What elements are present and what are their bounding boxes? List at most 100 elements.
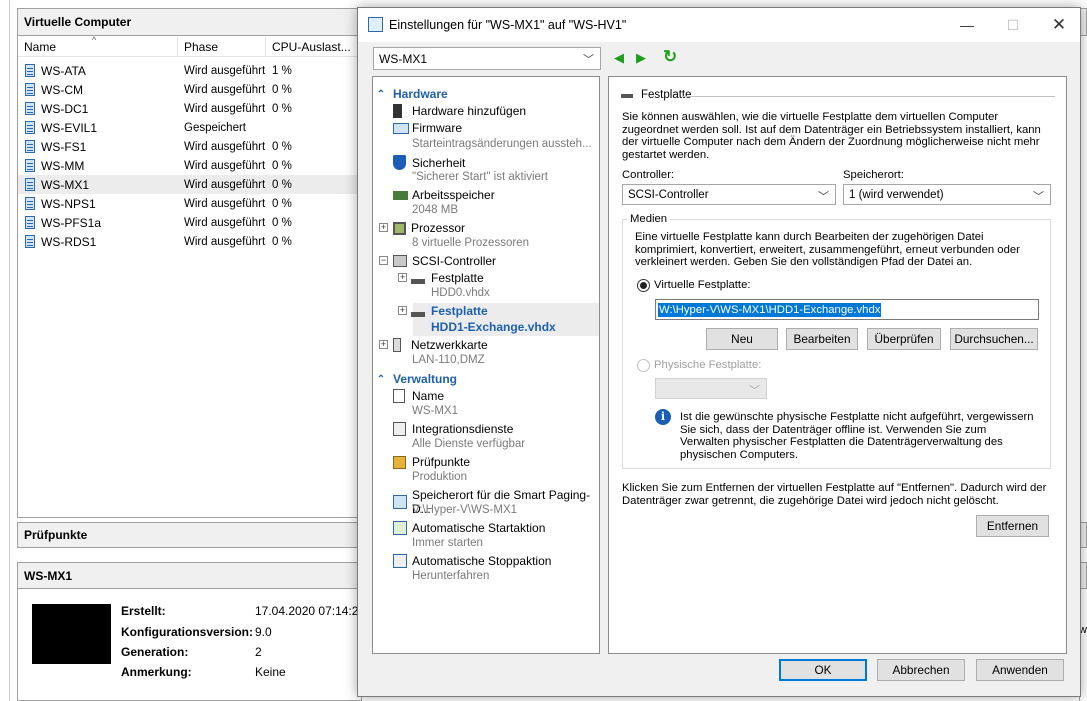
tree-item-sub: Alle Dienste verfügbar [412,438,526,450]
tree-item-label: Hardware hinzufügen [412,104,527,118]
column-name[interactable]: Name ^ [18,35,178,57]
tree-item-sub: Starteintragsänderungen aussteh... [412,138,592,150]
dialog-titlebar[interactable]: Einstellungen für "WS-MX1" auf "WS-HV1" … [358,8,1080,42]
tree-item-integration-services[interactable]: Integrationsdienste [393,422,513,436]
vm-row-selected[interactable]: WS-MX1 Wird ausgeführt 0 % [18,175,361,194]
next-arrow-icon[interactable]: ▶ [636,50,646,66]
controller-select[interactable]: SCSI-Controller ﹀ [622,184,836,205]
vm-name: WS-DC1 [41,101,89,116]
detail-value: 17.04.2020 07:14:29 [255,604,366,618]
tree-item-label: Automatische Startaktion [412,521,546,535]
vm-phase: Wird ausgeführt [184,178,266,191]
vm-row[interactable]: WS-EVIL1 Gespeichert [18,118,361,137]
hardware-section-label: Hardware [393,87,448,101]
info-text: Ist die gewünschte physische Festplatte … [680,411,1034,461]
tree-item-sub: "Sicherer Start" ist aktiviert [412,171,548,183]
tree-item-auto-start[interactable]: Automatische Startaktion [393,521,545,535]
vm-cpu: 0 % [272,102,292,115]
disk-path-value: W:\Hyper-V\WS-MX1\HDD1-Exchange.vhdx [658,302,882,317]
vm-thumbnail[interactable] [32,604,111,664]
previous-arrow-icon[interactable]: ◀ [614,50,624,66]
hardware-section-header[interactable]: ⌃ Hardware [373,86,599,102]
vm-row[interactable]: WS-ATA Wird ausgeführt 1 % [18,61,361,80]
vm-name: WS-MX1 [41,177,89,192]
vm-phase: Wird ausgeführt [184,83,266,96]
expand-icon[interactable]: + [398,273,407,282]
tree-item-auto-stop[interactable]: Automatische Stoppaktion [393,554,551,568]
expand-icon[interactable]: + [379,340,388,349]
vm-phase: Wird ausgeführt [184,102,266,115]
tree-item-scsi-controller[interactable]: SCSI-Controller [393,254,496,268]
column-phase[interactable]: Phase [178,37,266,57]
tree-item-sub: Herunterfahren [412,570,490,582]
processor-icon [393,221,406,235]
vm-phase: Wird ausgeführt [184,216,266,229]
cancel-button[interactable]: Abbrechen [877,659,965,681]
tree-item-disk-0[interactable]: Festplatte [411,271,484,285]
vm-cpu: 0 % [272,140,292,153]
virtual-disk-radio[interactable] [637,279,650,292]
vm-selector-value: WS-MX1 [379,51,427,66]
remove-button[interactable]: Entfernen [976,515,1049,537]
vm-icon [25,159,35,172]
browse-button[interactable]: Durchsuchen... [950,328,1038,350]
physical-disk-radio [637,359,650,372]
tree-item-security[interactable]: Sicherheit [393,155,465,170]
management-section-label: Verwaltung [393,372,458,386]
location-select[interactable]: 1 (wird verwendet) ﹀ [843,184,1051,205]
auto-stop-icon [393,554,407,568]
vm-name: WS-EVIL1 [41,120,98,135]
inspect-button[interactable]: Überprüfen [867,328,941,350]
tree-item-checkpoints[interactable]: Prüfpunkte [393,455,470,469]
tree-item-memory[interactable]: Arbeitsspeicher [393,188,495,202]
details-header: WS-MX1 [17,562,362,589]
apply-button[interactable]: Anwenden [976,659,1064,681]
tree-item-firmware[interactable]: Firmware [393,121,462,135]
collapse-icon[interactable]: − [379,256,388,265]
tree-item-sub: LAN-110,DMZ [412,354,485,366]
expand-icon[interactable]: + [379,223,388,232]
close-button[interactable]: ✕ [1036,8,1082,42]
vm-row[interactable]: WS-RDS1 Wird ausgeführt 0 % [18,232,361,251]
detail-value: Keine [255,665,286,679]
vm-icon [25,83,35,96]
tree-item-add-hardware[interactable]: Hardware hinzufügen [393,104,526,118]
detail-value: 2 [255,645,262,659]
new-button[interactable]: Neu [706,328,778,350]
vm-selector[interactable]: WS-MX1 ﹀ [373,47,601,70]
network-adapter-icon [393,338,401,352]
add-hardware-icon [393,104,402,118]
vm-icon [25,140,35,153]
hard-disk-icon [621,94,633,98]
ok-button[interactable]: OK [779,659,867,681]
tree-item-disk-1-selected[interactable]: Festplatte [411,304,488,318]
vm-row[interactable]: WS-FS1 Wird ausgeführt 0 % [18,137,361,156]
edit-button[interactable]: Bearbeiten [786,328,858,350]
tree-item-processor[interactable]: Prozessor [393,221,465,235]
tree-item-sub: Immer starten [412,537,483,549]
vm-row[interactable]: WS-CM Wird ausgeführt 0 % [18,80,361,99]
tree-item-label: Automatische Stoppaktion [412,554,552,568]
minimize-button[interactable]: — [944,8,990,42]
refresh-icon[interactable]: ↻ [663,47,677,67]
tree-item-sub: WS-MX1 [412,405,458,417]
settings-app-icon [368,17,383,32]
vm-icon [25,178,35,191]
tree-item-name[interactable]: Name [393,389,444,403]
management-section-header[interactable]: ⌃ Verwaltung [373,371,599,387]
tree-item-label: Prüfpunkte [412,455,471,469]
vm-row[interactable]: WS-MM Wird ausgeführt 0 % [18,156,361,175]
window-left-border [0,0,10,701]
sort-asc-icon: ^ [92,35,97,45]
column-cpu[interactable]: CPU-Auslast... [266,37,360,57]
virtual-disk-label: Virtuelle Festplatte: [654,279,751,291]
vm-name: WS-MM [41,158,85,173]
vm-row[interactable]: WS-NPS1 Wird ausgeführt 0 % [18,194,361,213]
disk-path-input[interactable]: W:\Hyper-V\WS-MX1\HDD1-Exchange.vhdx [655,299,1039,320]
vm-row[interactable]: WS-DC1 Wird ausgeführt 0 % [18,99,361,118]
expand-icon[interactable]: + [398,306,407,315]
tree-item-network-adapter[interactable]: Netzwerkkarte [393,338,488,352]
vm-row[interactable]: WS-PFS1a Wird ausgeführt 0 % [18,213,361,232]
tree-item-label: Festplatte [431,271,484,285]
vm-column-header: Name ^ Phase CPU-Auslast... [18,35,361,57]
